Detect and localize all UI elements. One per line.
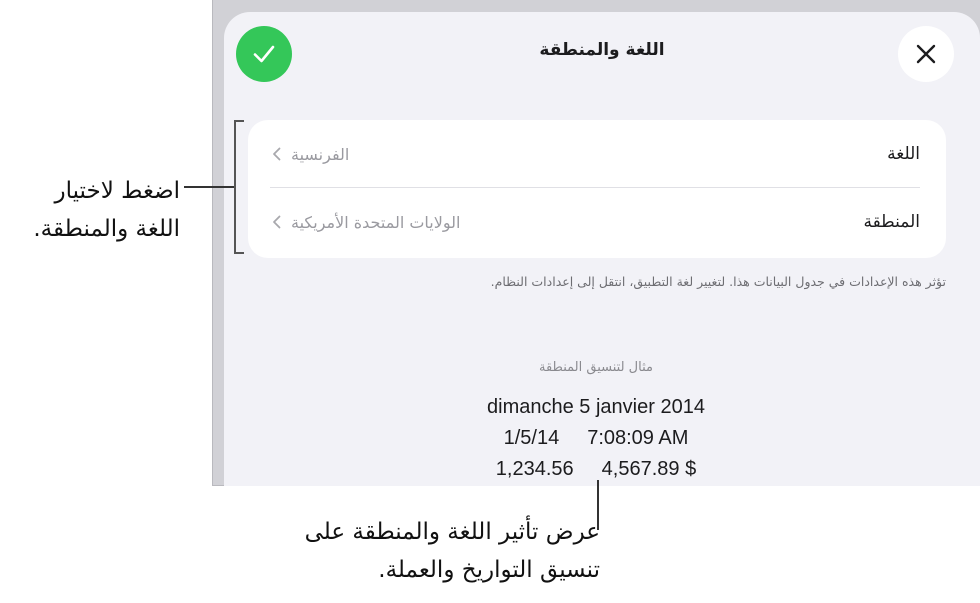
region-value: الولايات المتحدة الأمريكية [291, 212, 461, 232]
example-short-date: 1/5/14 [503, 427, 560, 449]
language-row[interactable]: اللغة الفرنسية [248, 120, 946, 188]
format-example-title: مثال لتنسيق المنطقة [539, 360, 653, 375]
chevron-left-icon [273, 215, 281, 229]
example-number: 1,234.56 [495, 458, 574, 480]
callout-line [184, 186, 234, 188]
close-icon [916, 44, 936, 64]
example-date-time: 1/5/14 7:08:09 AM [224, 427, 968, 450]
example-currency: 4,567.89 $ [601, 458, 697, 480]
language-value: الفرنسية [291, 144, 350, 164]
close-button[interactable] [898, 26, 954, 82]
example-numbers: 1,234.56 4,567.89 $ [224, 458, 968, 481]
language-value-container: الفرنسية [272, 145, 349, 164]
callout-bracket [234, 120, 244, 254]
dialog-title: اللغة والمنطقة [539, 40, 665, 60]
language-region-callout: اضغط لاختيار اللغة والمنطقة. [33, 178, 180, 242]
settings-footnote: تؤثر هذه الإعدادات في جدول البيانات هذا.… [490, 274, 946, 289]
chevron-left-icon [273, 147, 281, 161]
example-time: 7:08:09 AM [587, 427, 689, 449]
region-value-container: الولايات المتحدة الأمريكية [272, 213, 460, 232]
language-label: اللغة [887, 144, 920, 164]
region-row[interactable]: المنطقة الولايات المتحدة الأمريكية [248, 188, 946, 256]
language-region-dialog: اللغة والمنطقة اللغة الفرنسية المنطقة ال… [224, 12, 980, 486]
example-date: dimanche 5 janvier 2014 [487, 396, 705, 418]
region-label: المنطقة [863, 212, 920, 232]
format-effect-callout: عرض تأثير اللغة والمنطقة على تنسيق التوا… [304, 519, 600, 583]
settings-group: اللغة الفرنسية المنطقة الولايات المتحدة … [248, 120, 946, 258]
